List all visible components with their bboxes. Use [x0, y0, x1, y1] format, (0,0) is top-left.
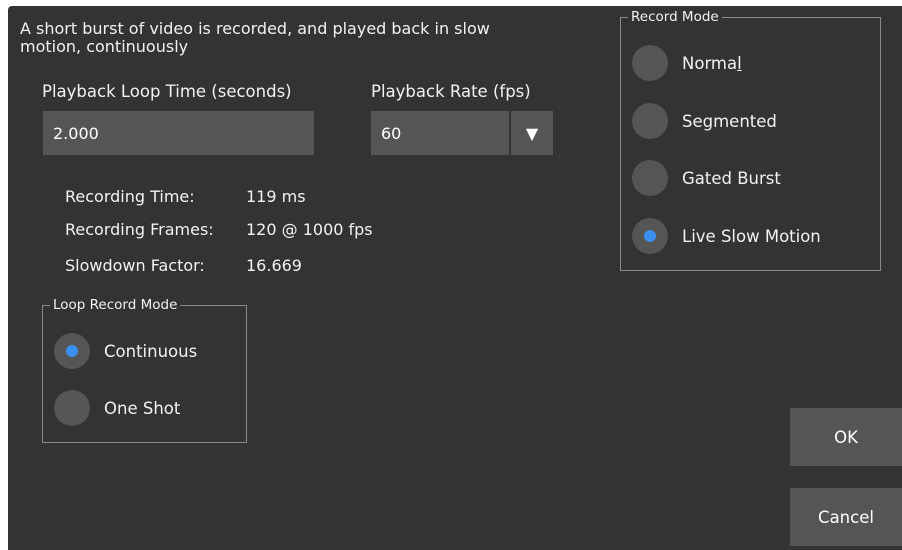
- loop-record-mode-group: Loop Record Mode Continuous One Shot: [42, 297, 247, 443]
- radio-live-slow-motion[interactable]: Live Slow Motion: [632, 218, 821, 254]
- radio-button[interactable]: [632, 45, 668, 81]
- slowdown-factor-label: Slowdown Factor:: [65, 256, 205, 275]
- radio-continuous[interactable]: Continuous: [54, 333, 197, 369]
- radio-one-shot-label: One Shot: [104, 398, 181, 418]
- radio-button[interactable]: [632, 160, 668, 196]
- mode-description: A short burst of video is recorded, and …: [20, 19, 490, 56]
- cancel-button[interactable]: Cancel: [790, 488, 902, 546]
- recording-frames-value: 120 @ 1000 fps: [246, 220, 373, 239]
- radio-segmented-label: Segmented: [682, 111, 777, 131]
- ok-button[interactable]: OK: [790, 408, 902, 466]
- dropdown-arrow-button[interactable]: ▼: [509, 111, 553, 155]
- radio-segmented[interactable]: Segmented: [632, 103, 777, 139]
- mnemonic-letter: l: [737, 53, 742, 73]
- playback-rate-dropdown[interactable]: 60 ▼: [371, 111, 553, 155]
- playback-rate-value: 60: [381, 123, 402, 143]
- radio-dot-icon: [66, 345, 78, 357]
- radio-button[interactable]: [54, 390, 90, 426]
- playback-loop-time-input[interactable]: [43, 111, 314, 155]
- playback-loop-time-label: Playback Loop Time (seconds): [42, 82, 292, 101]
- radio-button-selected[interactable]: [632, 218, 668, 254]
- radio-gated-burst-label: Gated Burst: [682, 168, 781, 188]
- slowdown-factor-value: 16.669: [246, 256, 302, 275]
- radio-live-slow-motion-label: Live Slow Motion: [682, 226, 821, 246]
- radio-normal-label: Normal: [682, 53, 742, 73]
- radio-one-shot[interactable]: One Shot: [54, 390, 180, 426]
- radio-button-selected[interactable]: [54, 333, 90, 369]
- radio-gated-burst[interactable]: Gated Burst: [632, 160, 781, 196]
- recording-time-value: 119 ms: [246, 187, 306, 206]
- recording-frames-label: Recording Frames:: [65, 220, 214, 239]
- chevron-down-icon: ▼: [525, 123, 539, 143]
- recording-time-label: Recording Time:: [65, 187, 195, 206]
- live-slow-motion-dialog: A short burst of video is recorded, and …: [8, 6, 902, 550]
- radio-normal[interactable]: Normal: [632, 45, 742, 81]
- record-mode-group: Record Mode Normal Segmented Gated Burst…: [620, 9, 881, 271]
- radio-continuous-label: Continuous: [104, 341, 198, 361]
- playback-rate-label: Playback Rate (fps): [371, 82, 531, 101]
- record-mode-title: Record Mode: [628, 9, 722, 25]
- radio-dot-icon: [644, 230, 656, 242]
- loop-record-mode-title: Loop Record Mode: [50, 297, 181, 313]
- radio-button[interactable]: [632, 103, 668, 139]
